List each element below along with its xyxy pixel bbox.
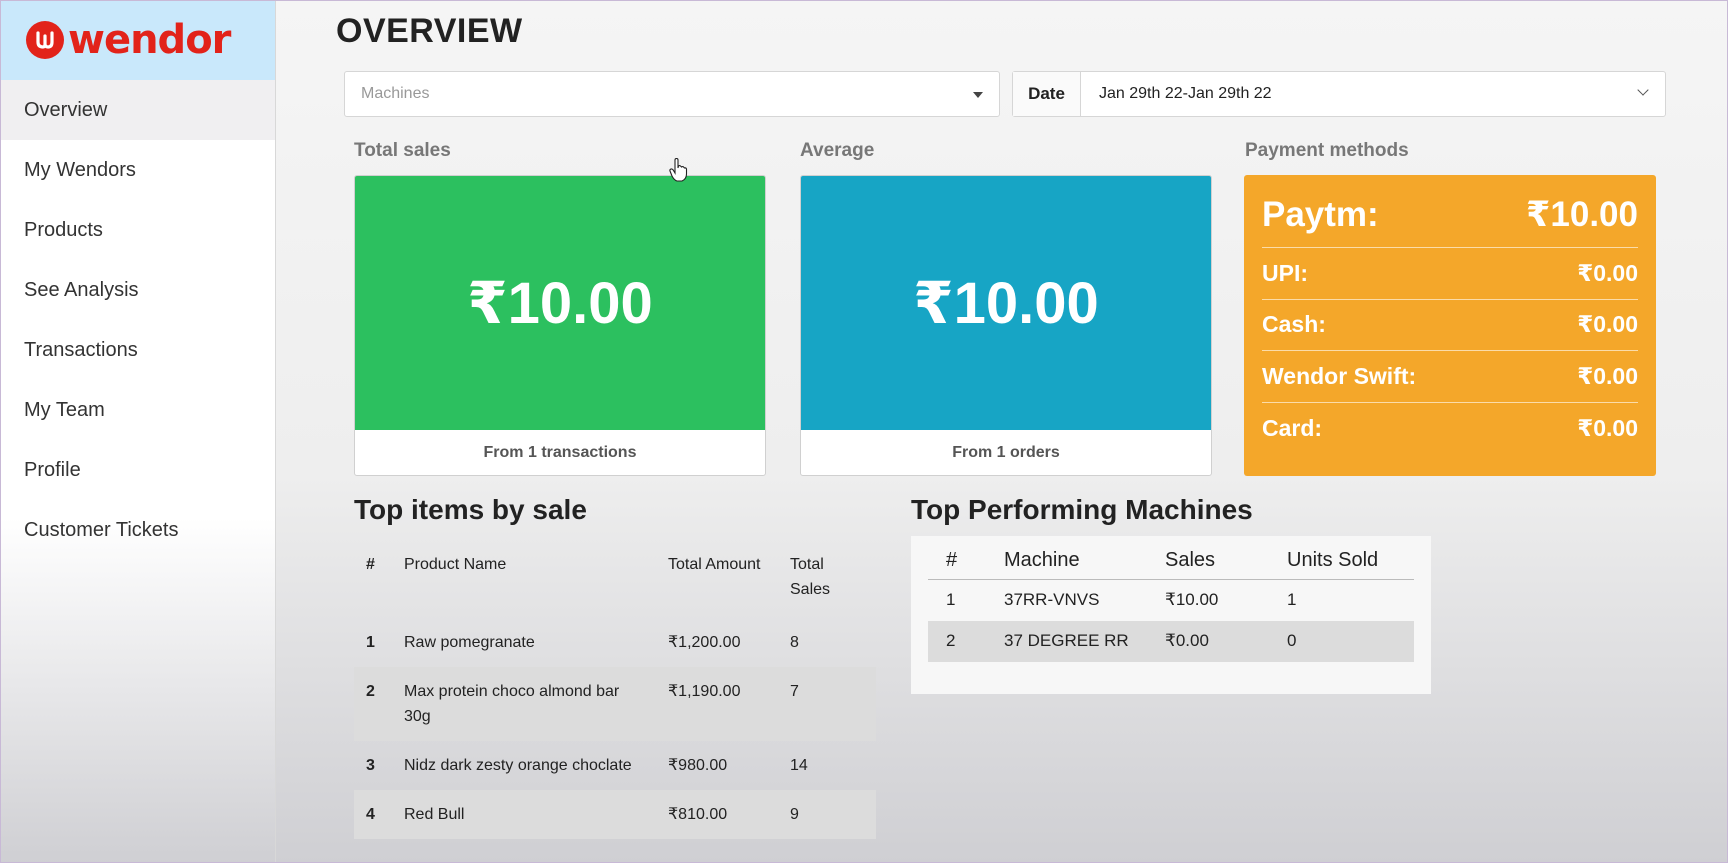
table-row[interactable]: 4 Red Bull ₹810.00 9 <box>354 790 876 839</box>
payment-method-name: Wendor Swift: <box>1262 362 1417 389</box>
row-index: 2 <box>928 621 986 662</box>
table-header-row: # Product Name Total Amount Total Sales <box>354 540 876 618</box>
date-label: Date <box>1013 72 1081 116</box>
machine-name: 37RR-VNVS <box>1004 590 1100 609</box>
payment-row-cash: Cash: ₹0.00 <box>1262 300 1638 351</box>
column-header: Units Sold <box>1269 536 1414 580</box>
row-index: 2 <box>354 667 392 741</box>
top-machines-panel: # Machine Sales Units Sold 1 37RR-VNVS ₹… <box>911 536 1431 694</box>
total-amount: ₹810.00 <box>656 790 778 839</box>
machine-sales: ₹0.00 <box>1147 621 1269 662</box>
payment-row-upi: UPI: ₹0.00 <box>1262 248 1638 300</box>
sidebar-item-products[interactable]: Products <box>0 200 275 260</box>
sidebar-item-profile[interactable]: Profile <box>0 440 275 500</box>
total-sales-card: ₹10.00 From 1 transactions <box>354 175 766 476</box>
total-amount: ₹980.00 <box>668 757 728 774</box>
payment-method-amount: ₹0.00 <box>1577 259 1638 286</box>
total-sales: 9 <box>778 790 876 839</box>
date-range-picker[interactable]: Date Jan 29th 22-Jan 29th 22 <box>1012 71 1666 117</box>
total-sales: 14 <box>790 757 808 774</box>
column-header: # <box>366 556 375 573</box>
table-row[interactable]: 3 Nidz dark zesty orange choclate ₹980.0… <box>354 741 876 790</box>
machine-sales: ₹10.00 <box>1165 590 1219 609</box>
payment-methods-label: Payment methods <box>1245 140 1409 161</box>
total-sales: 8 <box>790 634 799 651</box>
payment-row-card: Card: ₹0.00 <box>1262 403 1638 455</box>
date-range-text: Jan 29th 22-Jan 29th 22 <box>1099 85 1272 102</box>
payment-row-paytm: Paytm: ₹10.00 <box>1262 183 1638 248</box>
product-name: Red Bull <box>392 790 656 839</box>
payment-method-name: UPI: <box>1262 259 1308 286</box>
product-name: Nidz dark zesty orange choclate <box>404 757 632 774</box>
row-index: 1 <box>366 634 375 651</box>
table-row[interactable]: 1 37RR-VNVS ₹10.00 1 <box>928 580 1414 622</box>
chevron-down-icon <box>1637 84 1649 96</box>
table-header-row: # Machine Sales Units Sold <box>928 536 1414 580</box>
total-sales-value: ₹10.00 <box>355 176 765 430</box>
column-header: # <box>928 536 986 580</box>
top-machines-title: Top Performing Machines <box>911 494 1253 525</box>
machines-select[interactable]: Machines <box>344 71 1000 117</box>
payment-method-amount: ₹0.00 <box>1577 414 1638 441</box>
hand-cursor-icon <box>669 158 688 182</box>
column-header: Total Sales <box>790 556 831 598</box>
table-row[interactable]: 2 37 DEGREE RR ₹0.00 0 <box>928 621 1414 662</box>
column-header: Product Name <box>404 556 507 573</box>
sidebar-item-my-wendors[interactable]: My Wendors <box>0 140 275 200</box>
column-header: Sales <box>1147 536 1269 580</box>
total-amount: ₹1,190.00 <box>656 667 778 741</box>
column-header: Machine <box>986 536 1147 580</box>
caret-down-icon <box>973 92 983 98</box>
payment-method-name: Card: <box>1262 414 1323 441</box>
row-index: 3 <box>366 757 375 774</box>
average-card: ₹10.00 From 1 orders <box>800 175 1212 476</box>
date-range-value[interactable]: Jan 29th 22-Jan 29th 22 <box>1081 72 1665 116</box>
page-title: OVERVIEW <box>336 12 523 50</box>
average-value: ₹10.00 <box>801 176 1211 430</box>
sidebar: wendor Overview My Wendors Products See … <box>0 0 276 863</box>
sidebar-item-see-analysis[interactable]: See Analysis <box>0 260 275 320</box>
main-content: OVERVIEW Machines Date Jan 29th 22-Jan 2… <box>276 0 1728 863</box>
column-header: Total Amount <box>668 556 761 573</box>
payment-method-amount: ₹10.00 <box>1526 195 1638 234</box>
payment-method-name: Cash: <box>1262 311 1326 338</box>
machine-name: 37 DEGREE RR <box>986 621 1147 662</box>
table-row[interactable]: 2 Max protein choco almond bar 30g ₹1,19… <box>354 667 876 741</box>
machines-placeholder: Machines <box>361 85 430 102</box>
sidebar-item-customer-tickets[interactable]: Customer Tickets <box>0 500 275 560</box>
total-sales-footer: From 1 transactions <box>483 444 637 461</box>
sidebar-item-overview[interactable]: Overview <box>0 80 275 140</box>
sidebar-item-my-team[interactable]: My Team <box>0 380 275 440</box>
wendor-logo-icon <box>26 21 64 59</box>
average-footer: From 1 orders <box>952 444 1060 461</box>
payment-method-name: Paytm: <box>1262 195 1379 234</box>
top-machines-table: # Machine Sales Units Sold 1 37RR-VNVS ₹… <box>928 536 1414 662</box>
payment-method-amount: ₹0.00 <box>1577 311 1638 338</box>
row-index: 4 <box>354 790 392 839</box>
logo[interactable]: wendor <box>0 0 275 80</box>
payment-methods-card: Paytm: ₹10.00 UPI: ₹0.00 Cash: ₹0.00 Wen… <box>1244 175 1656 476</box>
average-label: Average <box>800 140 875 161</box>
sidebar-item-transactions[interactable]: Transactions <box>0 320 275 380</box>
product-name: Raw pomegranate <box>404 634 535 651</box>
top-items-title: Top items by sale <box>354 494 587 525</box>
units-sold: 0 <box>1269 621 1414 662</box>
table-row[interactable]: 1 Raw pomegranate ₹1,200.00 8 <box>354 618 876 667</box>
payment-row-wendor-swift: Wendor Swift: ₹0.00 <box>1262 351 1638 403</box>
product-name: Max protein choco almond bar 30g <box>392 667 656 741</box>
total-sales-label: Total sales <box>354 140 451 161</box>
units-sold: 1 <box>1287 590 1297 609</box>
brand-name: wendor <box>68 17 231 63</box>
row-index: 1 <box>946 590 956 609</box>
top-items-table: # Product Name Total Amount Total Sales … <box>354 540 876 839</box>
payment-method-amount: ₹0.00 <box>1577 362 1638 389</box>
total-amount: ₹1,200.00 <box>668 634 741 651</box>
total-sales: 7 <box>778 667 876 741</box>
